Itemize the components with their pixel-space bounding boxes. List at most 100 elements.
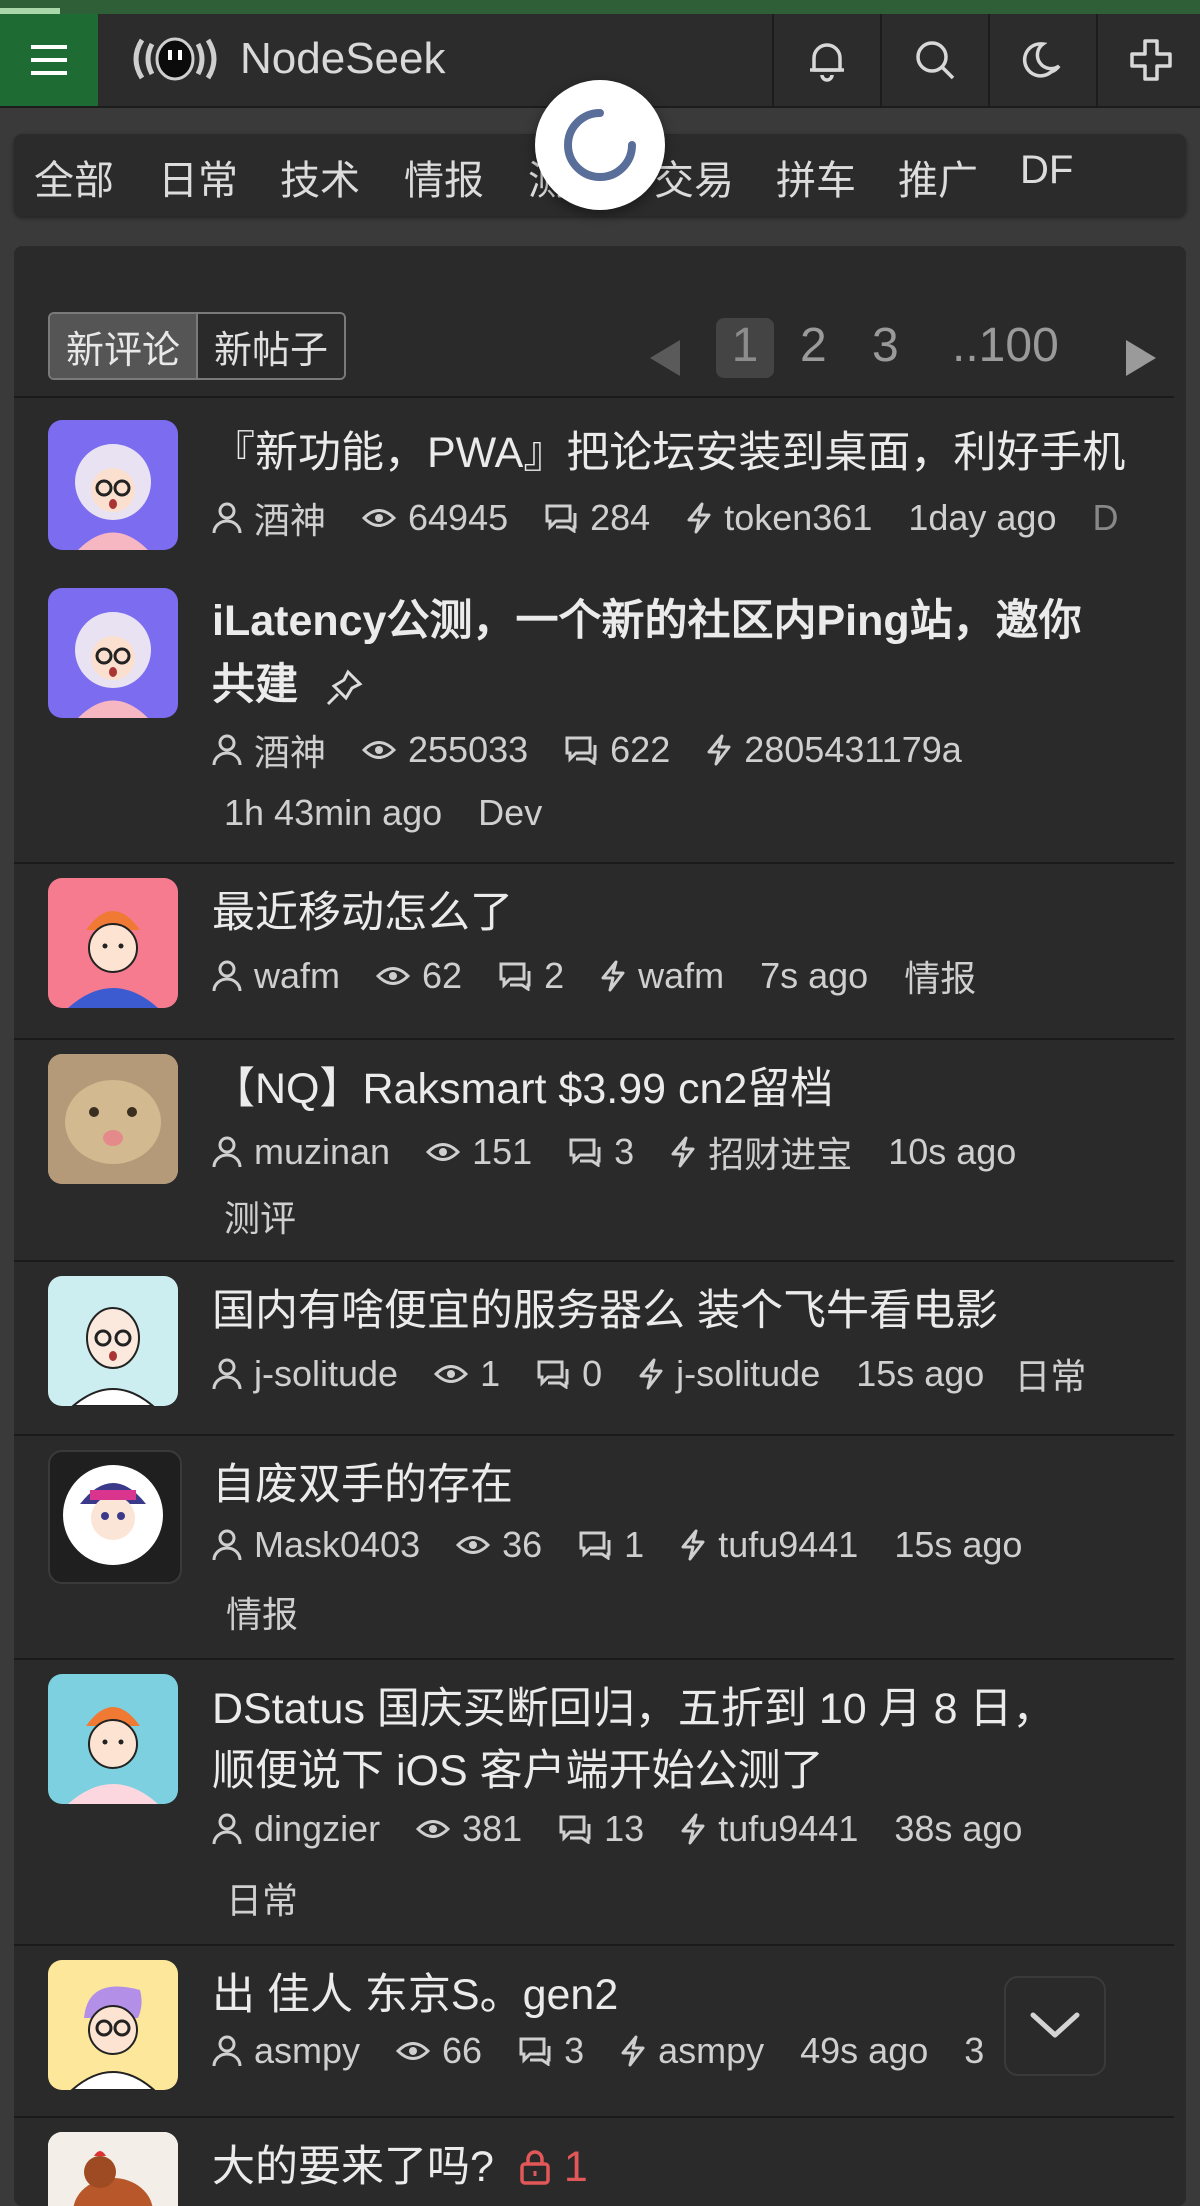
bolt-icon [707, 734, 731, 766]
logo-icon [133, 37, 217, 81]
post-divider [14, 1944, 1174, 1946]
scroll-down-button[interactable] [1004, 1976, 1106, 2076]
avatar[interactable] [48, 1054, 178, 1184]
menu-button[interactable] [0, 14, 98, 106]
post-title[interactable]: 【NQ】Raksmart $3.99 cn2留档 [212, 1058, 833, 1120]
post-views: 64945 [408, 497, 509, 538]
comment-icon [559, 1815, 591, 1844]
tab-carpool[interactable]: 拼车 [776, 148, 856, 206]
site-logo[interactable]: NodeSeek [128, 34, 445, 84]
post-tag[interactable]: 测评 [224, 1190, 296, 1242]
post-author[interactable]: j-solitude [254, 1353, 398, 1395]
sort-new-post[interactable]: 新帖子 [196, 314, 345, 378]
post-author[interactable]: 酒神 [254, 724, 326, 776]
search-button[interactable] [880, 14, 988, 106]
post-time: 1day ago [908, 497, 1057, 538]
avatar[interactable] [48, 1960, 178, 2090]
post-tag[interactable]: D [1092, 497, 1118, 539]
avatar[interactable] [48, 878, 178, 1008]
avatar-woman-icon [75, 612, 151, 718]
post-title[interactable]: 大的要来了吗? 1 [212, 2136, 588, 2198]
tab-tech[interactable]: 技术 [280, 148, 360, 206]
tab-trade[interactable]: 交易 [654, 148, 734, 206]
avatar[interactable] [48, 1674, 178, 1804]
post-divider [14, 1658, 1174, 1660]
user-icon [212, 502, 242, 534]
post-last-reply[interactable]: asmpy [658, 2030, 764, 2072]
post-title[interactable]: 『新功能，PWA』把论坛安装到桌面，利好手机 [212, 422, 1125, 484]
avatar[interactable] [48, 420, 178, 550]
post-divider [14, 862, 1174, 864]
page-last[interactable]: ..100 [952, 318, 1059, 378]
post-last-reply[interactable]: tufu9441 [718, 1808, 858, 1850]
page-1[interactable]: 1 [716, 318, 774, 378]
lock-level: 1 [563, 2143, 588, 2191]
tab-info[interactable]: 情报 [404, 148, 484, 206]
post-tag[interactable]: 3 [964, 2030, 984, 2072]
post-meta: dingzier 381 13 tufu9441 38s ago [212, 1808, 1058, 1850]
post-meta-line2: 1h 43min ago Dev [224, 792, 542, 834]
comment-icon [537, 1360, 569, 1389]
tab-daily[interactable]: 日常 [158, 148, 238, 206]
post-last-reply[interactable]: token361 [724, 497, 872, 539]
post-title[interactable]: 国内有啥便宜的服务器么 装个飞牛看电影 [212, 1280, 998, 1342]
post-author[interactable]: 酒神 [254, 492, 326, 544]
page-3[interactable]: 3 [872, 318, 899, 378]
post-time: 1h 43min ago [224, 792, 443, 833]
post-last-reply[interactable]: 招财进宝 [708, 1126, 852, 1178]
comment-icon [579, 1531, 611, 1560]
post-last-reply[interactable]: j-solitude [676, 1353, 820, 1395]
post-comments: 3 [564, 2030, 585, 2071]
post-last-reply[interactable]: tufu9441 [718, 1524, 858, 1566]
sort-new-comment[interactable]: 新评论 [50, 314, 197, 378]
post-author[interactable]: dingzier [254, 1808, 380, 1850]
page-2[interactable]: 2 [800, 318, 827, 378]
post-title[interactable]: 最近移动怎么了 [212, 882, 513, 944]
post-title[interactable]: 出 佳人 东京S。gen2 [212, 1964, 618, 2026]
post-tag[interactable]: 日常 [226, 1872, 298, 1924]
post-author[interactable]: muzinan [254, 1131, 390, 1173]
tab-df[interactable]: DF [1020, 148, 1073, 193]
post-views: 62 [422, 955, 463, 996]
avatar[interactable] [48, 2132, 178, 2206]
user-icon [212, 1813, 242, 1845]
eye-icon [434, 1365, 469, 1383]
post-title-line2[interactable]: 共建 [212, 654, 364, 716]
post-tag[interactable]: Dev [478, 792, 542, 834]
progress-bar [0, 0, 1200, 14]
avatar[interactable] [48, 1450, 182, 1584]
bolt-icon [681, 1529, 705, 1561]
post-last-reply[interactable]: 2805431179a [744, 729, 962, 771]
user-icon [212, 1529, 242, 1561]
user-icon [212, 960, 242, 992]
post-views: 151 [472, 1131, 533, 1172]
post-title[interactable]: iLatency公测，一个新的社区内Ping站，邀你 [212, 590, 1082, 652]
bolt-icon [639, 1358, 663, 1390]
new-post-button[interactable] [1096, 14, 1200, 106]
post-title[interactable]: 自废双手的存在 [212, 1454, 513, 1516]
next-page-icon[interactable] [1124, 328, 1160, 388]
post-title-line2[interactable]: 顺便说下 iOS 客户端开始公测了 [212, 1740, 824, 1802]
tab-all[interactable]: 全部 [34, 148, 114, 206]
post-author[interactable]: asmpy [254, 2030, 360, 2072]
avatar-man-beanie-icon [68, 1707, 158, 1804]
avatar[interactable] [48, 1276, 178, 1406]
prev-page-icon[interactable] [646, 328, 682, 388]
post-author[interactable]: wafm [254, 955, 340, 997]
tab-promotion[interactable]: 推广 [898, 148, 978, 206]
post-time: 15s ago [894, 1524, 1023, 1565]
post-comments: 1 [624, 1524, 645, 1565]
post-author[interactable]: Mask0403 [254, 1524, 420, 1566]
post-tag[interactable]: 情报 [226, 1586, 298, 1638]
notifications-button[interactable] [772, 14, 880, 106]
avatar-man-glasses-icon [71, 1307, 155, 1406]
post-last-reply[interactable]: wafm [638, 955, 724, 997]
post-meta-line2: 情报 [226, 1586, 298, 1638]
avatar[interactable] [48, 588, 178, 718]
post-time: 15s ago [856, 1353, 985, 1394]
post-title[interactable]: DStatus 国庆买断回归，五折到 10 月 8 日， [212, 1678, 1055, 1740]
post-tag[interactable]: 情报 [904, 950, 976, 1002]
post-tag[interactable]: 日常 [1014, 1348, 1086, 1400]
theme-toggle-button[interactable] [988, 14, 1096, 106]
bolt-icon [621, 2035, 645, 2067]
